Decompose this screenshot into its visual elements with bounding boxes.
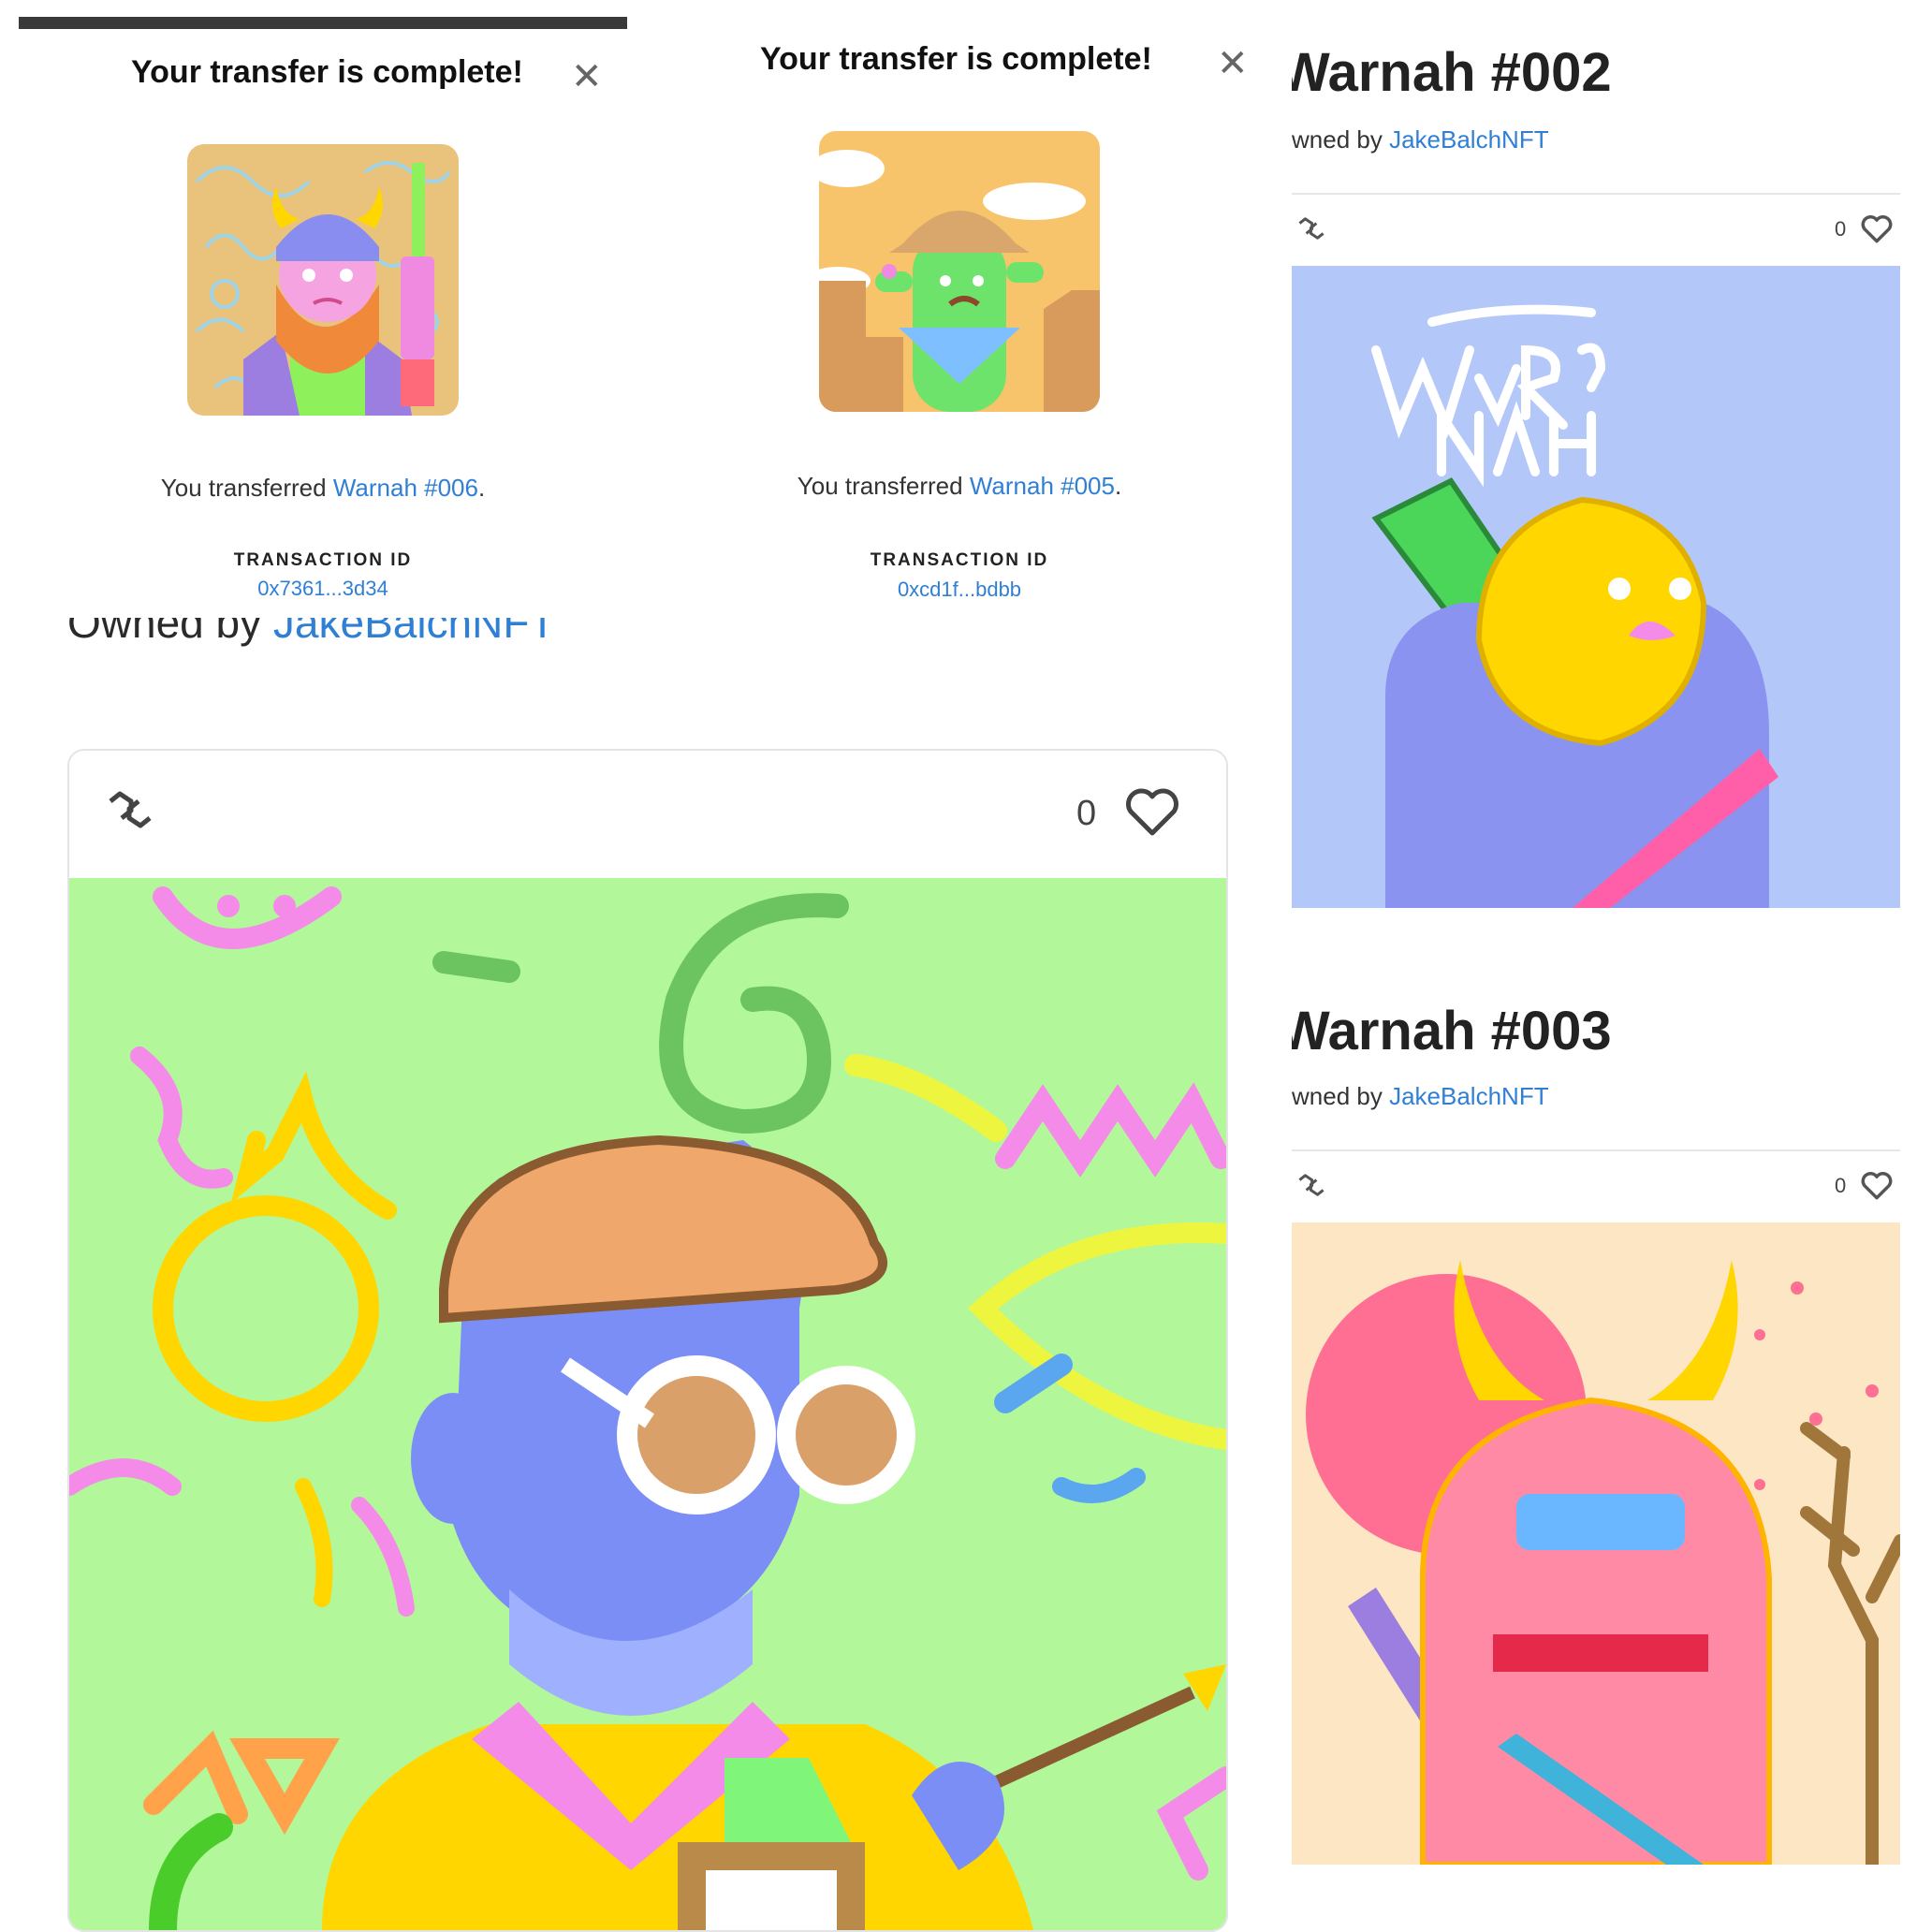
like-count: 0 bbox=[1835, 217, 1847, 241]
progress-bar bbox=[19, 17, 627, 29]
close-icon[interactable]: ✕ bbox=[571, 58, 603, 95]
transaction-id-label: TRANSACTION ID bbox=[233, 550, 413, 570]
nft-image-warnah-002 bbox=[1292, 266, 1900, 908]
owner-link[interactable]: JakeBalchNFT bbox=[1389, 1082, 1549, 1110]
owned-by-line: wned by JakeBalchNFT bbox=[1292, 1082, 1549, 1111]
heart-icon[interactable] bbox=[1861, 1172, 1893, 1205]
owned-by-label: wned by bbox=[1292, 125, 1390, 154]
owned-by-line: wned by JakeBalchNFT bbox=[1292, 125, 1549, 154]
transaction-id-link[interactable]: 0xcd1f...bdbb bbox=[646, 578, 1273, 602]
nft-title: Warnah #003 bbox=[1292, 1001, 1612, 1061]
divider bbox=[1292, 1149, 1900, 1151]
divider bbox=[1292, 193, 1900, 195]
nft-link[interactable]: Warnah #006 bbox=[333, 474, 478, 502]
modal-title: Your transfer is complete! bbox=[760, 41, 1152, 77]
transfer-prefix: You transferred bbox=[160, 474, 333, 502]
chain-link-icon[interactable] bbox=[107, 788, 154, 836]
close-icon[interactable]: ✕ bbox=[1217, 45, 1249, 82]
transaction-id-link[interactable]: 0x7361...3d34 bbox=[0, 577, 646, 601]
transfer-message: You transferred Warnah #005. bbox=[646, 472, 1273, 501]
card-toolbar: 0 bbox=[69, 751, 1226, 878]
chain-link-icon[interactable] bbox=[1297, 1172, 1325, 1203]
transaction-id-label: TRANSACTION ID bbox=[870, 550, 1049, 570]
right-column: Warnah #002 wned by JakeBalchNFT 0 Warna… bbox=[1292, 0, 1917, 1917]
modal-title: Your transfer is complete! bbox=[131, 54, 523, 90]
nft-title: Warnah #002 bbox=[1292, 42, 1612, 103]
like-count: 0 bbox=[1835, 1174, 1847, 1197]
heart-icon[interactable] bbox=[1125, 788, 1179, 842]
nft-link[interactable]: Warnah #005 bbox=[970, 472, 1115, 500]
transfer-suffix: . bbox=[1114, 472, 1122, 500]
nft-image-main bbox=[69, 878, 1226, 1930]
owned-by-label: wned by bbox=[1292, 1082, 1390, 1110]
owned-by-line: Owned by JakeBalchNFT bbox=[67, 618, 629, 666]
transfer-message: You transferred Warnah #006. bbox=[0, 474, 646, 503]
owned-by-label: Owned by bbox=[67, 618, 273, 647]
transfer-suffix: . bbox=[477, 474, 486, 502]
owner-link[interactable]: JakeBalchNFT bbox=[273, 618, 556, 647]
nft-image-warnah-005 bbox=[819, 131, 1100, 412]
nft-image-warnah-003 bbox=[1292, 1222, 1907, 1871]
heart-icon[interactable] bbox=[1861, 215, 1893, 248]
nft-card: 0 bbox=[67, 749, 1228, 1932]
like-count: 0 bbox=[1076, 794, 1097, 833]
nft-image-warnah-006 bbox=[187, 144, 459, 416]
chain-link-icon[interactable] bbox=[1297, 215, 1325, 246]
transfer-prefix: You transferred bbox=[797, 472, 970, 500]
owner-link[interactable]: JakeBalchNFT bbox=[1389, 125, 1549, 154]
